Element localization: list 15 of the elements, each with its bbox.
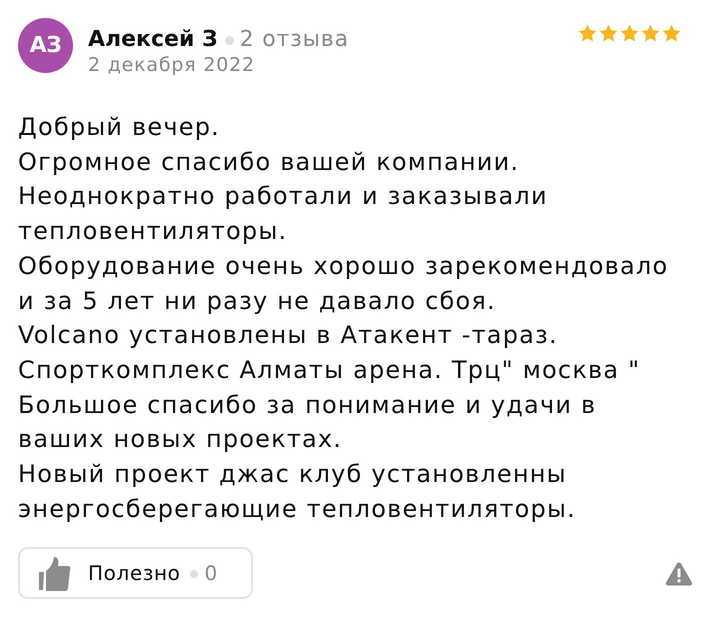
review-text: Добрый вечер. Огромное спасибо вашей компании. Неоднократно работали и заказывали тепловентиляторы. Оборудование очень хорошо зарекомендовало и за 5 лет ни разу не давало сбоя. Volcano установлены в Атакент -тараз. Спорткомплекс Алматы арена. Трц" москва " Большое спасибо за понимание и удачи в ваших новых проектах. Новый проект джас клуб установленны энергосберегающие тепловентиляторы. bbox=[18, 112, 670, 525]
review-date: 2 декабря 2022 bbox=[88, 54, 256, 76]
helpful-button[interactable]: Полезно 0 bbox=[18, 547, 253, 600]
report-button[interactable] bbox=[665, 560, 693, 586]
star-icon bbox=[662, 24, 681, 42]
thumbs-up-icon bbox=[38, 555, 72, 592]
avatar: АЗ bbox=[18, 18, 73, 73]
warning-icon bbox=[665, 560, 693, 586]
star-icon bbox=[641, 24, 660, 42]
separator-dot-icon bbox=[190, 570, 198, 578]
star-icon bbox=[599, 24, 618, 42]
star-icon bbox=[578, 24, 597, 42]
separator-dot-icon bbox=[224, 36, 234, 45]
author-name[interactable]: Алексей З bbox=[88, 26, 218, 52]
star-icon bbox=[620, 24, 639, 42]
